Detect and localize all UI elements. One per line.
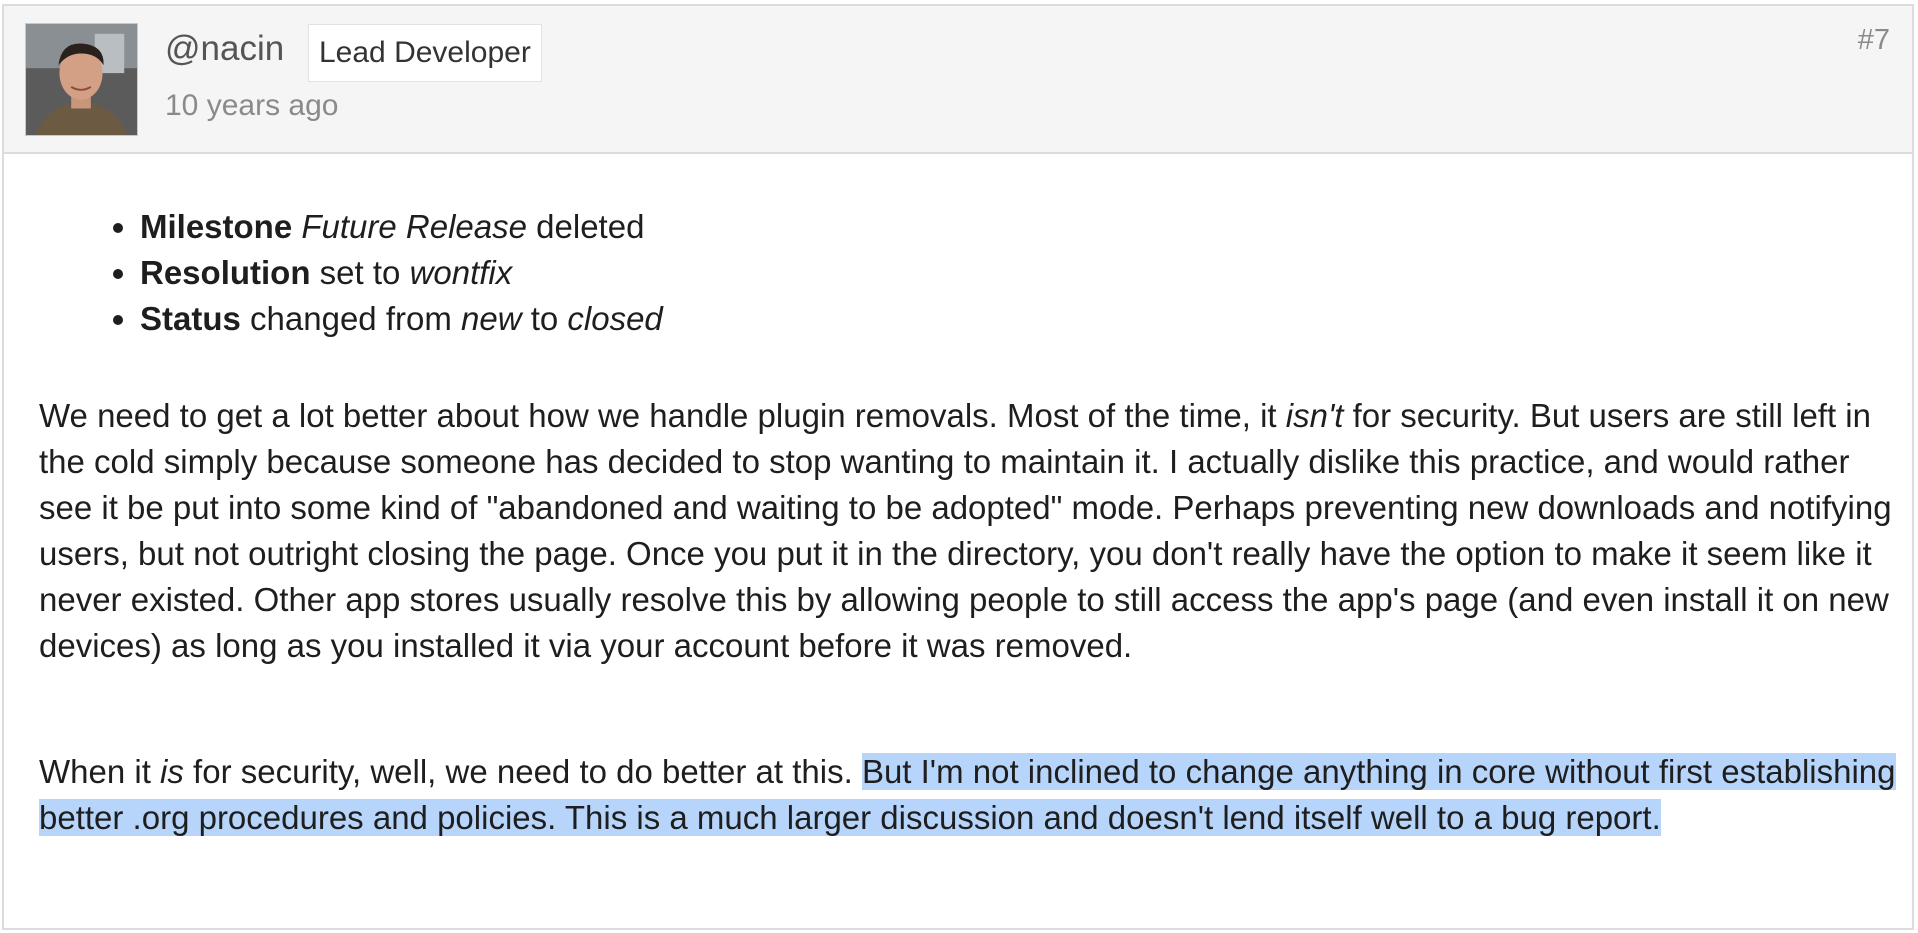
change-text: set to	[310, 254, 410, 291]
comment-number-link[interactable]: #7	[1858, 24, 1890, 57]
ticket-comment: @nacin Lead Developer 10 years ago #7 Mi…	[2, 4, 1914, 930]
paragraph-emphasis: is	[160, 753, 184, 790]
paragraph-text: We need to get a lot better about how we…	[39, 397, 1286, 434]
author-role-badge: Lead Developer	[308, 24, 542, 82]
change-value: new	[460, 300, 522, 337]
paragraph-emphasis: isn't	[1285, 397, 1344, 434]
user-avatar-photo[interactable]	[25, 23, 138, 136]
paragraph-text: for security. But users are still left i…	[39, 397, 1892, 664]
change-field: Milestone	[140, 208, 293, 245]
paragraph-text: When it	[39, 753, 161, 790]
change-field: Status	[140, 300, 241, 337]
change-item-status: Status changed from new to closed	[140, 296, 663, 342]
comment-paragraph-2: When it is for security, well, we need t…	[39, 749, 1899, 841]
change-value: wontfix	[409, 254, 513, 291]
ticket-changes-list: Milestone Future Release deleted Resolut…	[94, 204, 663, 342]
change-item-milestone: Milestone Future Release deleted	[140, 204, 663, 250]
change-value: closed	[567, 300, 663, 337]
change-item-resolution: Resolution set to wontfix	[140, 250, 663, 296]
change-text: to	[521, 300, 568, 337]
comment-paragraph-1: We need to get a lot better about how we…	[39, 393, 1899, 669]
author-username[interactable]: @nacin	[165, 28, 284, 70]
comment-header: @nacin Lead Developer 10 years ago #7	[4, 6, 1912, 154]
change-text: changed from	[240, 300, 461, 337]
change-value: Future Release	[301, 208, 527, 245]
change-text	[292, 208, 301, 245]
paragraph-text: for security, well, we need to do better…	[183, 753, 862, 790]
change-field: Resolution	[140, 254, 311, 291]
comment-timestamp[interactable]: 10 years ago	[165, 88, 338, 124]
change-text: deleted	[527, 208, 645, 245]
